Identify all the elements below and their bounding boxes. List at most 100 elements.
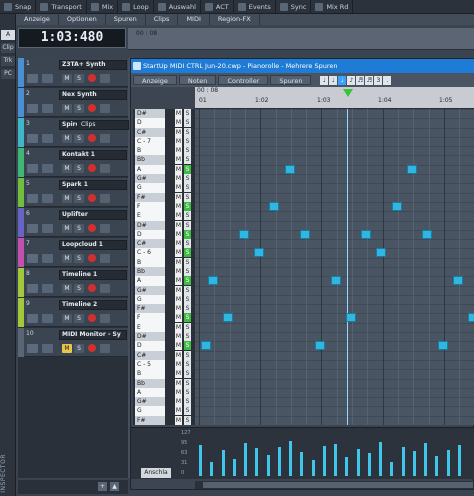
key-mute-button[interactable]: M (175, 406, 182, 416)
velocity-bar[interactable] (390, 462, 393, 476)
record-arm-button[interactable] (88, 344, 96, 352)
track-name[interactable]: Timeline 2 (59, 300, 127, 310)
midi-note[interactable] (468, 313, 474, 322)
toolbar-loop[interactable]: Loop (118, 0, 154, 14)
piano-key[interactable]: C - 5 60 M S (133, 359, 195, 370)
track-folder-icon[interactable] (27, 344, 38, 353)
velocity-bar[interactable] (447, 450, 450, 476)
piano-key[interactable]: A 69 M S (133, 276, 195, 286)
key-mute-button[interactable]: M (175, 415, 182, 425)
key-solo-button[interactable]: S (184, 201, 191, 211)
input-echo-button[interactable] (100, 224, 110, 233)
midi-note[interactable] (208, 276, 218, 285)
piano-key[interactable]: B 83 M S (133, 146, 195, 156)
piano-key[interactable]: E 76 M S (133, 211, 195, 221)
velocity-bar[interactable] (323, 446, 326, 476)
key-solo-button[interactable]: S (184, 192, 191, 202)
key-solo-button[interactable]: S (184, 387, 191, 397)
clips-dropdown[interactable]: Clips (77, 120, 129, 130)
key-solo-button[interactable]: S (184, 294, 191, 304)
piano-roll-titlebar[interactable]: StartUp MIDI CTRL Jun-20.cwp - Pianoroll… (131, 59, 474, 73)
track-folder-icon[interactable] (27, 224, 38, 233)
track-folder-icon[interactable] (27, 194, 38, 203)
key-solo-button[interactable]: S (184, 257, 191, 267)
track-6[interactable]: 6 Uplifter M S (18, 208, 128, 237)
midi-note[interactable] (422, 230, 432, 239)
track-name[interactable]: Timeline 1 (59, 270, 127, 280)
key-mute-button[interactable]: M (175, 146, 182, 156)
piano-key[interactable]: B 59 M S (133, 369, 195, 379)
menu-clips[interactable]: Clips (146, 14, 179, 25)
key-mute-button[interactable]: M (175, 294, 182, 304)
key-solo-button[interactable]: S (184, 127, 191, 137)
track-folder-icon[interactable] (27, 164, 38, 173)
key-solo-button[interactable]: S (184, 229, 191, 239)
piano-key[interactable]: C - 7 84 M S (133, 136, 195, 147)
track-8[interactable]: 8 Timeline 1 MS (18, 268, 128, 297)
key-mute-button[interactable]: M (175, 127, 182, 137)
key-solo-button[interactable]: S (184, 267, 191, 276)
menu-spuren[interactable]: Spuren (106, 14, 146, 25)
velocity-bar[interactable] (334, 444, 337, 476)
key-mute-button[interactable]: M (175, 220, 182, 230)
key-mute-button[interactable]: M (175, 332, 182, 342)
key-solo-button[interactable]: S (184, 350, 191, 360)
mute-button[interactable]: M (62, 224, 72, 233)
record-arm-button[interactable] (88, 164, 96, 172)
solo-button[interactable]: S (74, 134, 84, 143)
velocity-bar[interactable] (233, 459, 236, 476)
dotted-icon[interactable]: . (383, 75, 392, 85)
inspector-toggle-icon[interactable]: A (1, 30, 15, 40)
piano-key[interactable]: F 65 M S (133, 313, 195, 323)
midi-note[interactable] (269, 202, 279, 211)
track-folder-icon[interactable] (27, 104, 38, 113)
key-mute-button[interactable]: M (175, 211, 182, 221)
solo-button[interactable]: S (74, 284, 84, 293)
input-echo-button[interactable] (100, 344, 110, 353)
input-echo-button[interactable] (100, 164, 110, 173)
track-folder-icon[interactable] (27, 134, 38, 143)
toolbar-act[interactable]: ACT (201, 0, 234, 14)
pr-menu-spuren[interactable]: Spuren (270, 75, 312, 85)
triplet-icon[interactable]: 3 (374, 75, 383, 85)
midi-note[interactable] (223, 313, 233, 322)
menu-region-fx[interactable]: Region-FX (210, 14, 260, 25)
velocity-bar[interactable] (435, 456, 438, 476)
key-mute-button[interactable]: M (175, 248, 182, 258)
piano-key[interactable]: F 77 M S (133, 201, 195, 212)
piano-key[interactable]: F# 54 M S (133, 415, 195, 425)
record-arm-button[interactable] (88, 314, 96, 322)
key-mute-button[interactable]: M (175, 276, 182, 286)
input-echo-button[interactable] (100, 314, 110, 323)
mute-button[interactable]: M (62, 194, 72, 203)
velocity-bar[interactable] (244, 443, 247, 476)
menu-midi[interactable]: MIDI (178, 14, 210, 25)
midi-note[interactable] (346, 313, 356, 322)
solo-button[interactable]: S (74, 194, 84, 203)
input-echo-button[interactable] (100, 194, 110, 203)
midi-note[interactable] (331, 276, 341, 285)
key-mute-button[interactable]: M (175, 397, 182, 407)
mute-button[interactable]: M (62, 344, 72, 353)
inspector-tab-track[interactable]: Trk (1, 56, 15, 66)
velocity-bar[interactable] (379, 442, 382, 476)
velocity-bar[interactable] (424, 443, 427, 476)
menu-anzeige[interactable]: Anzeige (16, 14, 59, 25)
key-mute-button[interactable]: M (175, 239, 182, 249)
key-mute-button[interactable]: M (175, 155, 182, 165)
track-folder-icon[interactable] (27, 284, 38, 293)
key-solo-button[interactable]: S (184, 341, 191, 351)
key-mute-button[interactable]: M (175, 183, 182, 193)
velocity-bar[interactable] (222, 450, 225, 476)
piano-key[interactable]: A 57 M S (133, 387, 195, 398)
key-mute-button[interactable]: M (175, 257, 182, 267)
piano-key[interactable]: D# 63 M S (133, 332, 195, 342)
sixteenth-note-icon[interactable]: ♬ (356, 75, 365, 85)
midi-note[interactable] (438, 341, 448, 350)
velocity-bars[interactable] (195, 430, 474, 478)
key-solo-button[interactable]: S (184, 146, 191, 156)
key-solo-button[interactable]: S (184, 397, 191, 407)
key-solo-button[interactable]: S (184, 285, 191, 295)
velocity-bar[interactable] (267, 455, 270, 476)
menu-optionen[interactable]: Optionen (59, 14, 106, 25)
